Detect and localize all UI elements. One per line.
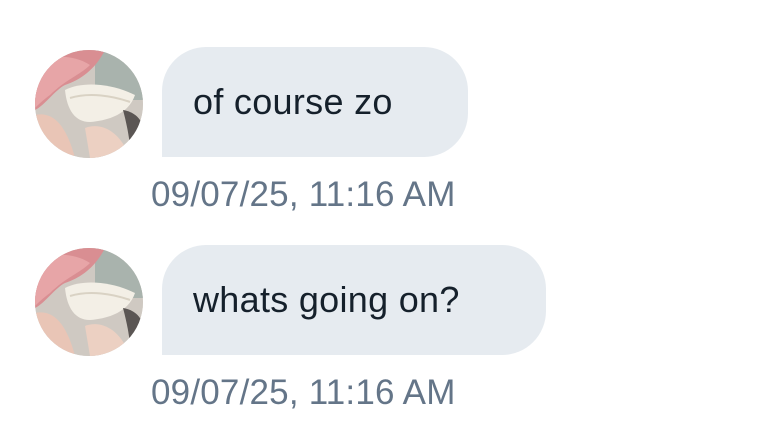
message-text: of course zo (193, 81, 393, 122)
message-text: whats going on? (193, 279, 460, 320)
message-bubble[interactable]: whats going on? (162, 245, 546, 355)
message-timestamp: 09/07/25, 11:16 AM (151, 175, 456, 214)
message-thread: of course zo 09/07/25, 11:16 AM whats go… (0, 0, 771, 433)
avatar-image (35, 50, 143, 158)
message-timestamp: 09/07/25, 11:16 AM (151, 373, 456, 412)
message-bubble[interactable]: of course zo (162, 47, 468, 157)
avatar[interactable] (35, 50, 143, 158)
avatar[interactable] (35, 248, 143, 356)
avatar-image (35, 248, 143, 356)
